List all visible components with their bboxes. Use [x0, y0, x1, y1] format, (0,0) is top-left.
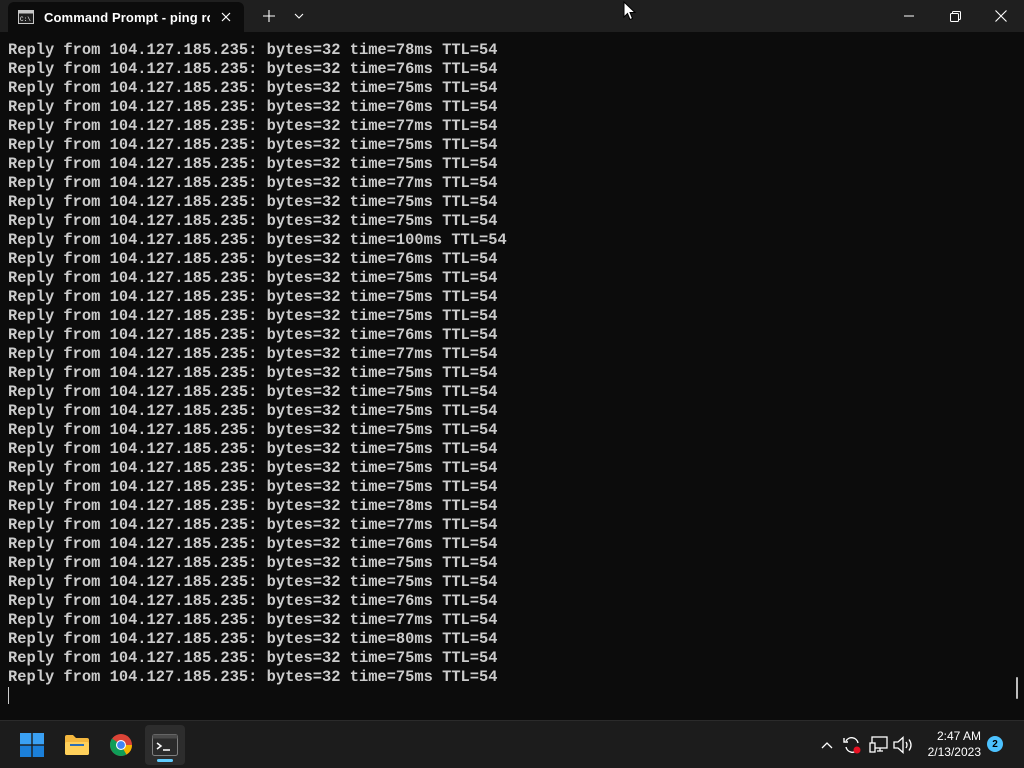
- tray-sync[interactable]: [840, 733, 864, 757]
- chevron-up-icon: [821, 742, 833, 749]
- taskbar-file-explorer[interactable]: [57, 725, 97, 765]
- clock-date: 2/13/2023: [927, 745, 981, 759]
- speaker-icon: [893, 736, 912, 754]
- restore-button[interactable]: [932, 0, 978, 32]
- mouse-pointer-icon: [623, 1, 637, 21]
- terminal-output-area[interactable]: Reply from 104.127.185.235: bytes=32 tim…: [0, 32, 1024, 720]
- windows-logo-icon: [20, 733, 44, 757]
- cmd-icon: C:\: [18, 9, 34, 25]
- terminal-line: Reply from 104.127.185.235: bytes=32 tim…: [8, 250, 498, 268]
- tab-dropdown-button[interactable]: [284, 0, 314, 32]
- sync-icon: [843, 737, 861, 754]
- taskbar-terminal[interactable]: [145, 725, 185, 765]
- terminal-line: Reply from 104.127.185.235: bytes=32 tim…: [8, 611, 498, 629]
- terminal-line: Reply from 104.127.185.235: bytes=32 tim…: [8, 307, 498, 325]
- close-icon: [995, 10, 1007, 22]
- terminal-line: Reply from 104.127.185.235: bytes=32 tim…: [8, 212, 498, 230]
- terminal-line: Reply from 104.127.185.235: bytes=32 tim…: [8, 193, 498, 211]
- terminal-line: Reply from 104.127.185.235: bytes=32 tim…: [8, 345, 498, 363]
- terminal-line: Reply from 104.127.185.235: bytes=32 tim…: [8, 402, 498, 420]
- text-cursor: [8, 687, 9, 704]
- terminal-line: Reply from 104.127.185.235: bytes=32 tim…: [8, 79, 498, 97]
- terminal-line: Reply from 104.127.185.235: bytes=32 tim…: [8, 364, 498, 382]
- terminal-line: Reply from 104.127.185.235: bytes=32 tim…: [8, 174, 498, 192]
- title-bar: C:\ Command Prompt - ping roc: [0, 0, 1024, 32]
- clock-time: 2:47 AM: [936, 729, 981, 743]
- terminal-line: Reply from 104.127.185.235: bytes=32 tim…: [8, 573, 498, 591]
- terminal-line: Reply from 104.127.185.235: bytes=32 tim…: [8, 269, 498, 287]
- terminal-line: Reply from 104.127.185.235: bytes=32 tim…: [8, 383, 498, 401]
- taskbar-clock[interactable]: 2:47 AM 2/13/2023: [928, 728, 981, 760]
- terminal-line: Reply from 104.127.185.235: bytes=32 tim…: [8, 98, 498, 116]
- tab-title: Command Prompt - ping roc: [44, 9, 210, 25]
- chrome-icon: [109, 734, 132, 756]
- close-window-button[interactable]: [978, 0, 1024, 32]
- notification-badge[interactable]: 2: [987, 736, 1003, 752]
- network-icon: [869, 736, 888, 753]
- terminal-line: Reply from 104.127.185.235: bytes=32 tim…: [8, 440, 498, 458]
- terminal-line: Reply from 104.127.185.235: bytes=32 tim…: [8, 117, 498, 135]
- folder-icon: [65, 735, 89, 755]
- terminal-line: Reply from 104.127.185.235: bytes=32 tim…: [8, 478, 498, 496]
- terminal-line: Reply from 104.127.185.235: bytes=32 tim…: [8, 459, 498, 477]
- tab-command-prompt[interactable]: C:\ Command Prompt - ping roc: [8, 2, 244, 32]
- scrollbar-thumb[interactable]: [1016, 677, 1018, 699]
- terminal-icon: [152, 734, 178, 756]
- taskbar-chrome[interactable]: [101, 725, 141, 765]
- terminal-line: Reply from 104.127.185.235: bytes=32 tim…: [8, 649, 498, 667]
- taskbar: 2:47 AM 2/13/2023: [0, 720, 1024, 768]
- active-app-indicator: [157, 759, 173, 762]
- terminal-line: Reply from 104.127.185.235: bytes=32 tim…: [8, 554, 498, 572]
- terminal-line: Reply from 104.127.185.235: bytes=32 tim…: [8, 41, 498, 59]
- terminal-line: Reply from 104.127.185.235: bytes=32 tim…: [8, 421, 498, 439]
- tray-network[interactable]: [867, 733, 891, 757]
- title-drag-area[interactable]: [314, 0, 886, 32]
- minimize-icon: [904, 15, 914, 17]
- terminal-line: Reply from 104.127.185.235: bytes=32 tim…: [8, 326, 498, 344]
- chevron-down-icon: [294, 13, 304, 19]
- terminal-line: Reply from 104.127.185.235: bytes=32 tim…: [8, 288, 498, 306]
- terminal-line: Reply from 104.127.185.235: bytes=32 tim…: [8, 231, 507, 249]
- plus-icon: [263, 10, 275, 22]
- terminal-line: Reply from 104.127.185.235: bytes=32 tim…: [8, 592, 498, 610]
- show-hidden-icons-button[interactable]: [815, 733, 839, 757]
- terminal-line: Reply from 104.127.185.235: bytes=32 tim…: [8, 136, 498, 154]
- terminal-lines: Reply from 104.127.185.235: bytes=32 tim…: [8, 41, 507, 687]
- svg-text:C:\: C:\: [20, 16, 31, 23]
- terminal-line: Reply from 104.127.185.235: bytes=32 tim…: [8, 535, 498, 553]
- terminal-line: Reply from 104.127.185.235: bytes=32 tim…: [8, 155, 498, 173]
- close-tab-icon[interactable]: [216, 7, 236, 27]
- restore-icon: [949, 10, 961, 22]
- new-tab-button[interactable]: [254, 0, 284, 32]
- terminal-line: Reply from 104.127.185.235: bytes=32 tim…: [8, 497, 498, 515]
- terminal-line: Reply from 104.127.185.235: bytes=32 tim…: [8, 668, 498, 686]
- terminal-line: Reply from 104.127.185.235: bytes=32 tim…: [8, 516, 498, 534]
- tray-volume[interactable]: [892, 733, 916, 757]
- terminal-line: Reply from 104.127.185.235: bytes=32 tim…: [8, 60, 498, 78]
- minimize-button[interactable]: [886, 0, 932, 32]
- start-button[interactable]: [12, 725, 52, 765]
- terminal-line: Reply from 104.127.185.235: bytes=32 tim…: [8, 630, 498, 648]
